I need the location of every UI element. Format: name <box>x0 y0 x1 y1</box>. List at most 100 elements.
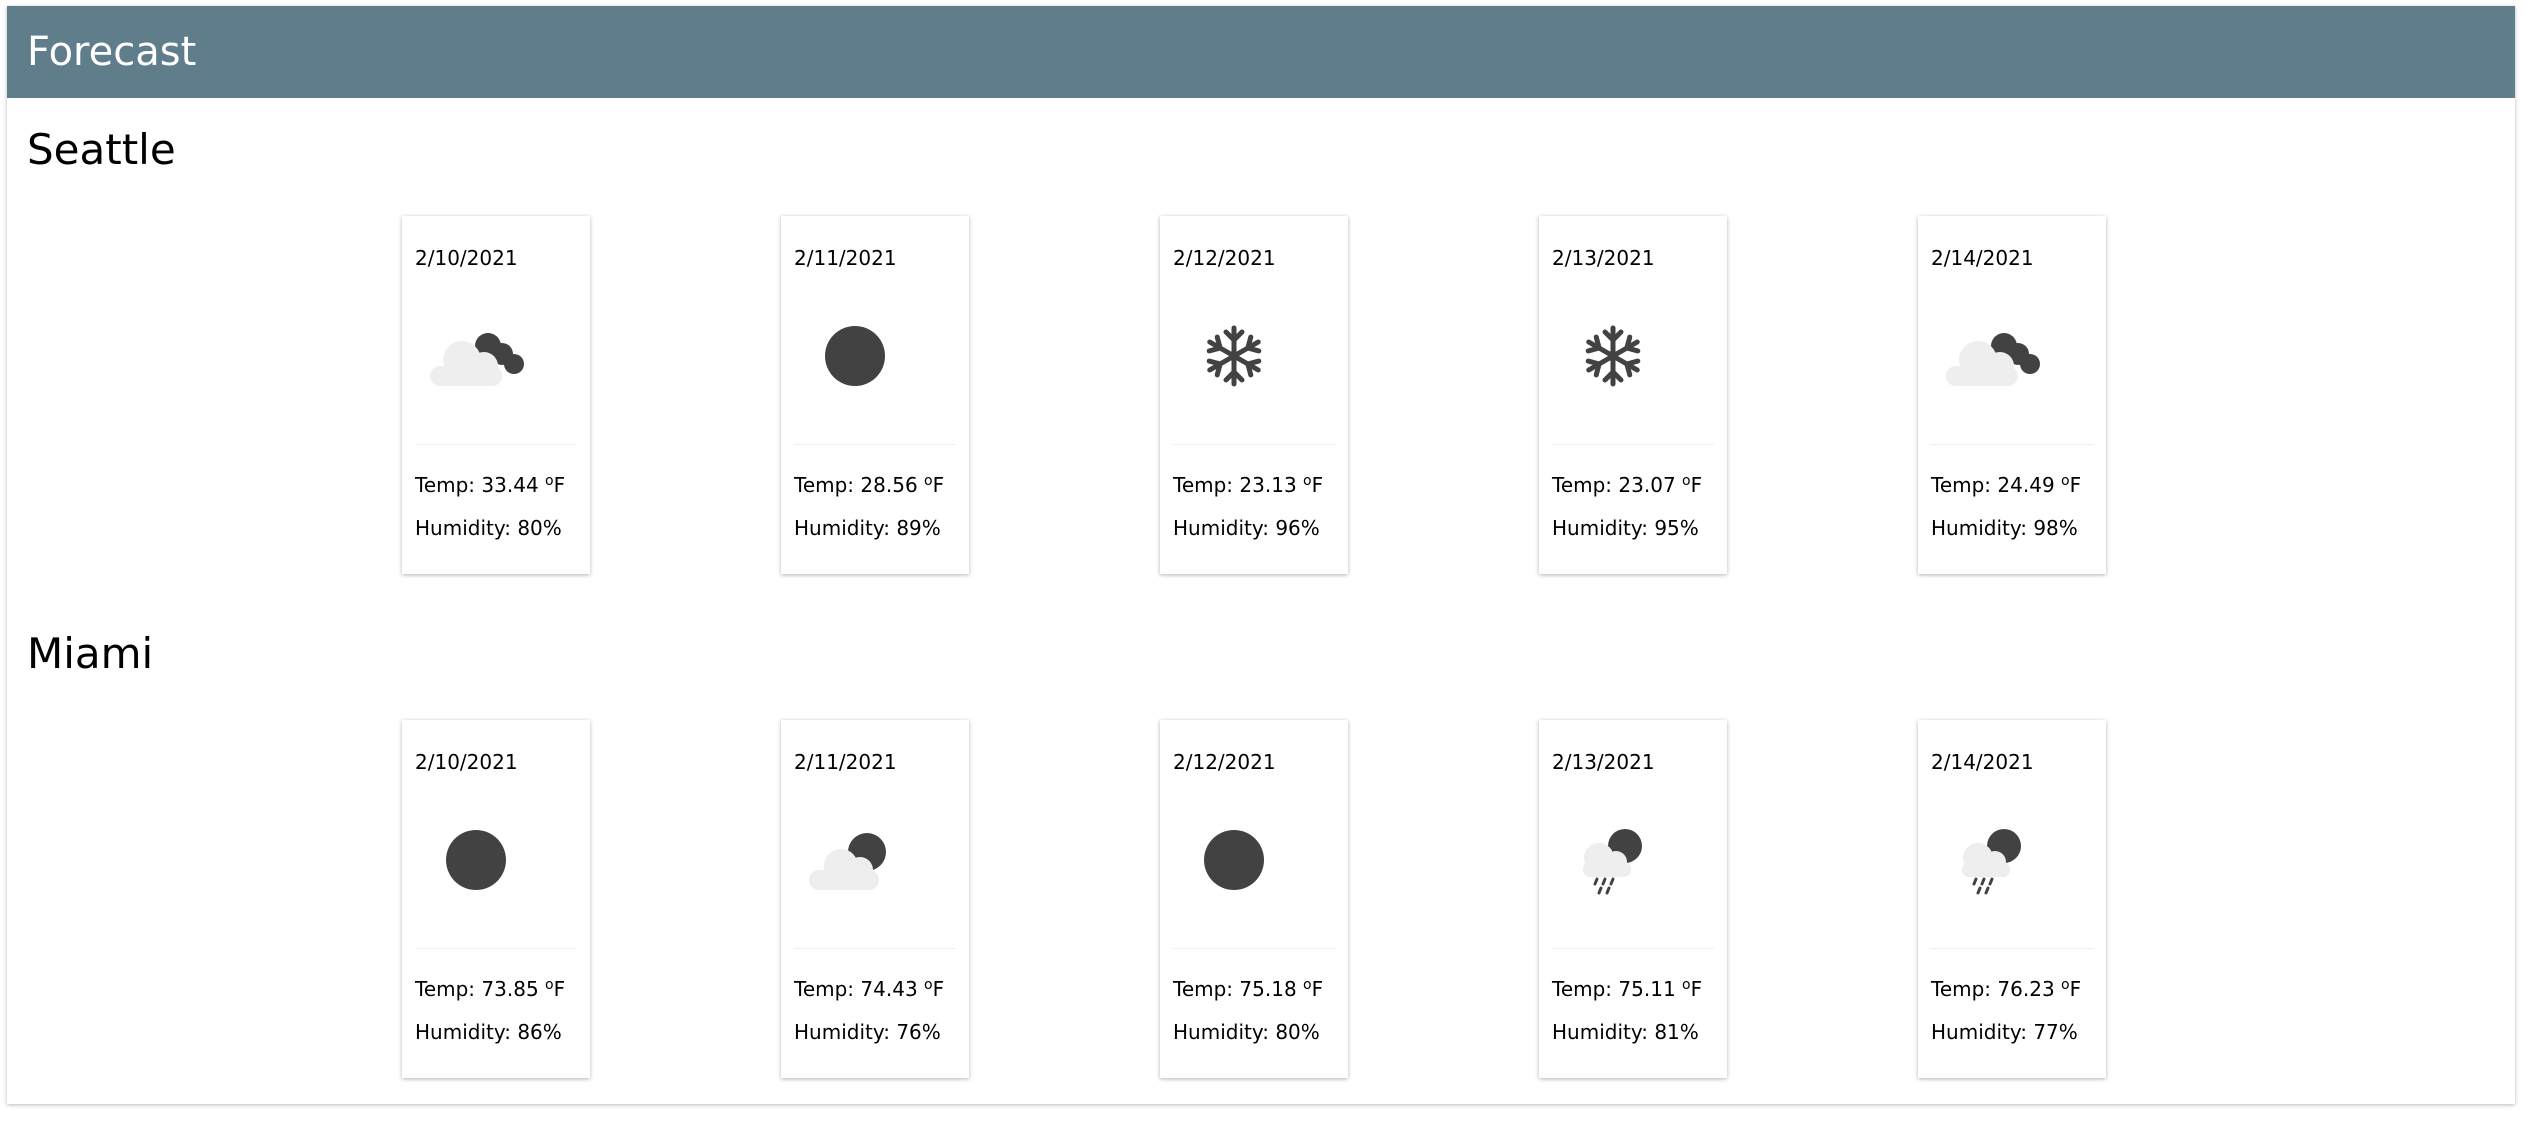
humidity-label: Humidity: <box>1552 516 1655 540</box>
temperature: Temp: 28.56 oF <box>794 469 944 497</box>
temp-label: Temp: <box>1552 977 1619 1001</box>
partly-cloudy-icon <box>805 824 905 896</box>
temp-value: 76.23 <box>1997 977 2055 1001</box>
degree-symbol: o <box>1682 473 1691 489</box>
temperature: Temp: 23.13 oF <box>1173 469 1323 497</box>
temp-unit: F <box>1311 473 1324 497</box>
degree-symbol: o <box>545 473 554 489</box>
card-divider <box>1173 948 1335 949</box>
app-header: Forecast <box>7 6 2515 98</box>
temp-value: 24.49 <box>1997 473 2055 497</box>
page-title: Forecast <box>27 29 197 75</box>
temp-unit: F <box>1690 473 1703 497</box>
humidity-value: 98% <box>2033 516 2078 540</box>
humidity: Humidity: 86% <box>415 1020 562 1044</box>
humidity-label: Humidity: <box>1173 1020 1276 1044</box>
humidity-label: Humidity: <box>1173 516 1276 540</box>
humidity: Humidity: 95% <box>1552 516 1699 540</box>
humidity-value: 89% <box>896 516 941 540</box>
humidity-value: 76% <box>896 1020 941 1044</box>
humidity-value: 77% <box>2033 1020 2078 1044</box>
degree-symbol: o <box>924 977 933 993</box>
temp-label: Temp: <box>1173 473 1240 497</box>
temp-label: Temp: <box>1931 473 1998 497</box>
temp-label: Temp: <box>794 473 861 497</box>
temp-value: 73.85 <box>481 977 539 1001</box>
clear-icon <box>805 320 905 392</box>
humidity: Humidity: 98% <box>1931 516 2078 540</box>
forecast-date: 2/12/2021 <box>1173 246 1276 270</box>
forecast-card: 2/13/2021 Temp: 75.11 oF Humidity: 81% <box>1539 720 1727 1078</box>
temp-unit: F <box>2069 977 2082 1001</box>
humidity-label: Humidity: <box>1552 1020 1655 1044</box>
humidity-value: 80% <box>1275 1020 1320 1044</box>
humidity-value: 96% <box>1275 516 1320 540</box>
humidity: Humidity: 76% <box>794 1020 941 1044</box>
humidity-label: Humidity: <box>1931 516 2034 540</box>
temp-value: 74.43 <box>860 977 918 1001</box>
card-divider <box>1931 948 2093 949</box>
city-name: Seattle <box>27 125 176 174</box>
card-divider <box>794 444 956 445</box>
forecast-card: 2/14/2021 Temp: 24.49 oF Humidity: 98% <box>1918 216 2106 574</box>
temp-unit: F <box>932 473 945 497</box>
temp-label: Temp: <box>415 977 482 1001</box>
forecast-card: 2/10/2021 Temp: 73.85 oF Humidity: 86% <box>402 720 590 1078</box>
forecast-card: 2/13/2021 Temp: 23.07 oF Humidity: 95% <box>1539 216 1727 574</box>
temperature: Temp: 73.85 oF <box>415 973 565 1001</box>
temp-unit: F <box>553 473 566 497</box>
temperature: Temp: 76.23 oF <box>1931 973 2081 1001</box>
city-name: Miami <box>27 629 154 678</box>
temp-unit: F <box>553 977 566 1001</box>
forecast-card: 2/11/2021 Temp: 28.56 oF Humidity: 89% <box>781 216 969 574</box>
forecast-date: 2/14/2021 <box>1931 750 2034 774</box>
temp-value: 75.11 <box>1618 977 1676 1001</box>
clear-icon <box>426 824 526 896</box>
humidity: Humidity: 89% <box>794 516 941 540</box>
humidity-label: Humidity: <box>1931 1020 2034 1044</box>
temp-label: Temp: <box>1173 977 1240 1001</box>
humidity-value: 80% <box>517 516 562 540</box>
forecast-date: 2/13/2021 <box>1552 246 1655 270</box>
degree-symbol: o <box>2061 977 2070 993</box>
temp-value: 33.44 <box>481 473 539 497</box>
humidity-value: 86% <box>517 1020 562 1044</box>
temperature: Temp: 33.44 oF <box>415 469 565 497</box>
cloudy-icon <box>1942 320 2042 392</box>
temp-label: Temp: <box>415 473 482 497</box>
humidity-value: 81% <box>1654 1020 1699 1044</box>
humidity: Humidity: 81% <box>1552 1020 1699 1044</box>
temperature: Temp: 23.07 oF <box>1552 469 1702 497</box>
humidity-label: Humidity: <box>415 1020 518 1044</box>
temp-label: Temp: <box>1552 473 1619 497</box>
forecast-card: 2/11/2021 Temp: 74.43 oF Humidity: 76% <box>781 720 969 1078</box>
temp-value: 28.56 <box>860 473 918 497</box>
forecast-app: Forecast Seattle 2/10/2021 Temp: 33.44 oF H… <box>7 6 2515 1104</box>
card-divider <box>415 948 577 949</box>
degree-symbol: o <box>2061 473 2070 489</box>
temp-value: 23.13 <box>1239 473 1297 497</box>
temperature: Temp: 75.11 oF <box>1552 973 1702 1001</box>
snowflake-icon <box>1184 320 1284 392</box>
humidity-label: Humidity: <box>794 516 897 540</box>
card-divider <box>1173 444 1335 445</box>
temperature: Temp: 74.43 oF <box>794 973 944 1001</box>
forecast-card: 2/12/2021 Temp: 75.18 oF Humidity: 80% <box>1160 720 1348 1078</box>
forecast-card: 2/12/2021 Temp: 23.13 oF Humidity: 96% <box>1160 216 1348 574</box>
forecast-date: 2/12/2021 <box>1173 750 1276 774</box>
forecast-date: 2/11/2021 <box>794 750 897 774</box>
degree-symbol: o <box>1303 977 1312 993</box>
temperature: Temp: 75.18 oF <box>1173 973 1323 1001</box>
forecast-card: 2/14/2021 Temp: 76.23 oF Humidity: 77% <box>1918 720 2106 1078</box>
temp-unit: F <box>932 977 945 1001</box>
temp-value: 75.18 <box>1239 977 1297 1001</box>
temp-unit: F <box>1311 977 1324 1001</box>
forecast-date: 2/11/2021 <box>794 246 897 270</box>
degree-symbol: o <box>1682 977 1691 993</box>
degree-symbol: o <box>545 977 554 993</box>
clear-icon <box>1184 824 1284 896</box>
degree-symbol: o <box>924 473 933 489</box>
card-divider <box>794 948 956 949</box>
card-divider <box>1552 948 1714 949</box>
temp-value: 23.07 <box>1618 473 1676 497</box>
